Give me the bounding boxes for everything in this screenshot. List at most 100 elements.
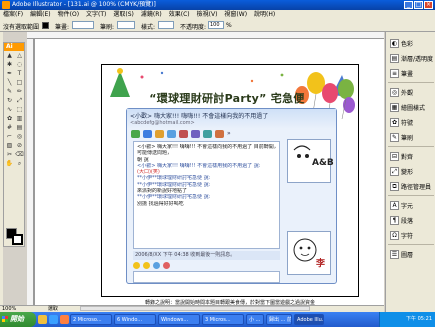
slice-tool-icon[interactable]: ⊘ (15, 142, 24, 150)
fill-swatch[interactable] (42, 22, 49, 29)
window-title: Adobe Illustrator - [131.ai @ 100% (CMYK… (12, 1, 156, 8)
brush-dropdown[interactable] (117, 21, 135, 29)
block-icon[interactable] (203, 130, 212, 138)
gradient-tool-icon[interactable]: ▤ (15, 124, 24, 132)
horizontal-scrollbar[interactable] (80, 306, 310, 311)
taskbar-button[interactable]: 3 Micros... (202, 314, 244, 325)
panel-align[interactable]: ⊟ 對齊 (390, 149, 434, 163)
glyphs-panel-icon: Ω (390, 230, 399, 240)
taskbar-button[interactable]: Windows... (158, 314, 200, 325)
emoticon-icon[interactable] (133, 262, 140, 269)
magic-wand-tool-icon[interactable]: ✱ (5, 61, 14, 69)
stroke-weight-field[interactable] (72, 21, 94, 29)
messenger-header: <小歡> 嗨大家!!! 嗨嗨!!! 不會這樣向我的不用過了 <abcdefg@h… (127, 109, 336, 129)
conversation-pane[interactable]: <小歡> 嗨大家!!! 嗨嗨!!! 不會這樣向我的不用過了 目前轉開， 可能傳送… (133, 141, 280, 249)
eraser-tool-icon[interactable]: ⌫ (15, 151, 24, 159)
last-message-status: 2006/8/XX 下午 04:38 收到最後一則訊息。 (133, 251, 280, 260)
menu-edit[interactable]: 編輯(E) (30, 10, 50, 19)
contact-name: <小歡> 嗨大家!!! 嗨嗨!!! 不會這樣向我的不用過了 (130, 113, 269, 120)
panel-dock: ◐ 色彩 ▤ 漸層/透明度 ≡ 筆畫 ◎ 外觀 ▦ 繪圖樣式 ✿ 符號 ✎ 筆刷 ⊟ 對齊 ⤢ 變… (385, 32, 435, 312)
line-tool-icon[interactable]: ╲ (5, 79, 14, 87)
scale-tool-icon[interactable]: ⤢ (15, 97, 24, 105)
windows-logo-icon (2, 316, 8, 322)
lasso-tool-icon[interactable]: ◌ (15, 61, 24, 69)
style-dropdown[interactable] (158, 21, 174, 29)
eyedropper-tool-icon[interactable]: ⌐ (5, 133, 14, 141)
menu-object[interactable]: 物件(O) (58, 10, 79, 19)
taskbar-button[interactable]: 歸出 ... 前 (266, 314, 292, 325)
paintbrush-tool-icon[interactable]: ✎ (5, 88, 14, 96)
zoom-tool-icon[interactable]: ⌕ (15, 160, 24, 168)
minimize-button[interactable]: _ (404, 1, 413, 9)
toolbar-more-icon[interactable]: » (227, 130, 237, 138)
browser-icon[interactable] (49, 315, 58, 324)
nudge-icon[interactable] (153, 262, 160, 269)
hand-tool-icon[interactable]: ✋ (5, 160, 14, 168)
games-icon[interactable] (191, 130, 200, 138)
panel-transform[interactable]: ⤢ 變形 (390, 164, 434, 178)
pencil-tool-icon[interactable]: ✏ (15, 88, 24, 96)
close-button[interactable]: × (424, 1, 433, 9)
stroke-color-box[interactable] (12, 234, 23, 245)
conversation-line: 別擔 找過得好好喝吃 (137, 200, 184, 207)
menu-view[interactable]: 檢視(V) (197, 10, 218, 19)
panel-stroke[interactable]: ≡ 筆畫 (390, 66, 434, 80)
panel-glyphs[interactable]: Ω 字符 (390, 228, 434, 242)
panel-graphic-styles[interactable]: ▦ 繪圖樣式 (390, 100, 434, 114)
scissors-tool-icon[interactable]: ✂ (5, 151, 14, 159)
taskbar-button[interactable]: 6 Windo... (114, 314, 156, 325)
menu-help[interactable]: 說明(H) (254, 10, 275, 19)
graph-tool-icon[interactable]: ▥ (15, 115, 24, 123)
panel-brushes[interactable]: ✎ 筆刷 (390, 130, 434, 144)
taskbar-button[interactable]: 小 ... (246, 314, 264, 325)
type-tool-icon[interactable]: T (15, 70, 24, 78)
opacity-field[interactable]: 100 (208, 21, 224, 29)
menu-select[interactable]: 選取(S) (113, 10, 134, 19)
wink-icon[interactable] (143, 262, 150, 269)
warp-tool-icon[interactable]: ∿ (5, 106, 14, 114)
fill-stroke-widget[interactable] (6, 228, 24, 245)
panel-symbols[interactable]: ✿ 符號 (390, 115, 434, 129)
panel-paragraph[interactable]: ¶ 段落 (390, 213, 434, 227)
clock[interactable]: 下午 05:21 (406, 316, 432, 322)
messenger-window[interactable]: <小歡> 嗨大家!!! 嗨嗨!!! 不會這樣向我的不用過了 <abcdefg@h… (126, 108, 337, 284)
show-desktop-icon[interactable] (38, 315, 47, 324)
mesh-tool-icon[interactable]: # (5, 124, 14, 132)
pen-tool-icon[interactable]: ✒ (5, 70, 14, 78)
panel-layers[interactable]: ☰ 圖層 (390, 247, 434, 261)
blend-tool-icon[interactable]: ◎ (15, 133, 24, 141)
taskbar-button-active[interactable]: Adobe Illu... (294, 314, 324, 325)
menu-effect[interactable]: 效果(C) (169, 10, 190, 19)
quick-launch (38, 315, 69, 324)
invite-icon[interactable] (131, 130, 140, 138)
maximize-button[interactable]: □ (414, 1, 423, 9)
activities-icon[interactable] (179, 130, 188, 138)
background-icon[interactable] (215, 130, 224, 138)
panel-gradient[interactable]: ▤ 漸層/透明度 (390, 51, 434, 65)
start-button[interactable]: 開始 (0, 312, 36, 327)
gradient-panel-icon: ▤ (390, 53, 399, 63)
media-icon[interactable] (60, 315, 69, 324)
panel-pathfinder[interactable]: ⧉ 路徑管理員 (390, 179, 434, 193)
symbol-sprayer-tool-icon[interactable]: ✿ (5, 115, 14, 123)
direct-selection-tool-icon[interactable]: △ (15, 52, 24, 60)
font-icon[interactable] (163, 262, 170, 269)
menu-type[interactable]: 文字(T) (86, 10, 106, 19)
live-paint-tool-icon[interactable]: ▧ (5, 142, 14, 150)
panel-color[interactable]: ◐ 色彩 (390, 36, 434, 50)
panel-appearance[interactable]: ◎ 外觀 (390, 85, 434, 99)
send-file-icon[interactable] (143, 130, 152, 138)
webcam-icon[interactable] (155, 130, 164, 138)
panel-character[interactable]: A 字元 (390, 198, 434, 212)
menu-filter[interactable]: 濾鏡(R) (141, 10, 162, 19)
menu-file[interactable]: 檔案(F) (3, 10, 23, 19)
panel-label: 變形 (401, 168, 414, 176)
free-transform-tool-icon[interactable]: ⬚ (15, 106, 24, 114)
rectangle-tool-icon[interactable]: □ (15, 79, 24, 87)
taskbar-button[interactable]: 2 Microso... (70, 314, 112, 325)
audio-icon[interactable] (167, 130, 176, 138)
rotate-tool-icon[interactable]: ↻ (5, 97, 14, 105)
message-input[interactable] (133, 271, 280, 283)
selection-tool-icon[interactable]: ▲ (5, 52, 14, 60)
menu-window[interactable]: 視窗(W) (224, 10, 247, 19)
